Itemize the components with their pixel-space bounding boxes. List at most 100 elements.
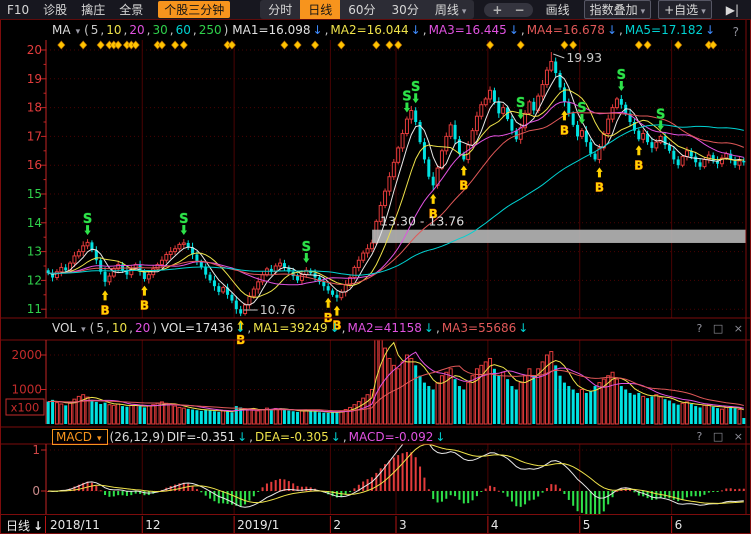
- diamond-marker: [635, 41, 642, 49]
- vol-values: VOL=17436↓,MA1=39249↓,MA2=41158↓,MA3=556…: [161, 321, 530, 335]
- sell-signal-marker: S: [179, 212, 188, 227]
- separator: ,: [619, 23, 623, 37]
- macd-tick-label: 0: [32, 484, 40, 498]
- indicator-param: 250: [199, 23, 222, 37]
- indicator-value: MA1=39249: [253, 321, 327, 335]
- separator: ,: [521, 23, 525, 37]
- diamond-marker: [180, 41, 187, 49]
- date-label: 5: [583, 518, 591, 532]
- sell-signal-marker: S: [577, 101, 586, 116]
- indicator-param: ,: [170, 23, 174, 37]
- date-label: 2019/1: [237, 518, 279, 532]
- close-icon[interactable]: ×: [734, 430, 743, 443]
- indicator-param: 60: [176, 23, 191, 37]
- date-label: 12: [145, 518, 160, 532]
- price-tick-label: 16: [27, 158, 42, 172]
- price-tick-label: 15: [27, 187, 42, 201]
- indicator-param: ,: [124, 23, 128, 37]
- menu-diagnose-stock[interactable]: 诊股: [43, 1, 67, 18]
- menu-stock-3min[interactable]: 个股三分钟: [158, 1, 230, 18]
- tab-60min[interactable]: 60分: [340, 0, 383, 19]
- buy-arrow-icon: [461, 165, 467, 175]
- tab-weekly[interactable]: 周线▾: [427, 0, 475, 19]
- indicator-param: ,: [106, 321, 110, 335]
- ma-values: MA1=16.098↓,MA2=16.044↓,MA3=16.445↓,MA4=…: [232, 23, 717, 37]
- trend-down-arrow-icon: ↓: [331, 430, 341, 444]
- sell-signal-marker: S: [617, 68, 626, 83]
- buy-signal-marker: B: [140, 299, 149, 313]
- trend-down-arrow-icon: ↓: [705, 23, 715, 37]
- vol-indicator-header: VOL▾ (5,10,20) VOL=17436↓,MA1=39249↓,MA2…: [52, 321, 532, 335]
- trend-down-arrow-icon: ↓: [235, 321, 245, 335]
- diamond-marker: [570, 41, 577, 49]
- indicator-param: 5: [96, 321, 104, 335]
- tab-intraday[interactable]: 分时: [260, 0, 300, 19]
- toolbar-right-group: 画线 指数叠加▾ +自选▾ ▶|: [539, 0, 746, 19]
- indicator-param: 20: [135, 321, 150, 335]
- zoom-out-button[interactable]: −: [514, 3, 524, 17]
- buy-arrow-icon: [636, 145, 642, 155]
- maximize-icon[interactable]: □: [713, 322, 723, 335]
- diamond-marker: [386, 41, 393, 49]
- index-overlay-button[interactable]: 指数叠加▾: [584, 0, 652, 19]
- macd-dropdown[interactable]: MACD▾: [52, 429, 108, 445]
- chevron-down-icon: ▾: [641, 7, 646, 17]
- vol-dropdown[interactable]: VOL▾: [52, 321, 88, 335]
- sell-signal-marker: S: [83, 212, 92, 227]
- vol-params: (5,10,20): [90, 321, 159, 335]
- draw-line-button[interactable]: 画线: [546, 1, 570, 18]
- indicator-param: (: [84, 23, 89, 37]
- indicator-param: ,: [193, 23, 197, 37]
- diamond-marker: [710, 41, 717, 49]
- trend-down-arrow-icon: ↓: [424, 321, 434, 335]
- menu-f10[interactable]: F10: [7, 3, 29, 17]
- separator: ,: [247, 321, 251, 335]
- help-icon[interactable]: ?: [697, 322, 703, 335]
- ma-dropdown[interactable]: MA▾: [52, 23, 82, 37]
- maximize-icon[interactable]: □: [713, 430, 723, 443]
- collapse-panel-icon[interactable]: ▶|: [726, 3, 739, 17]
- tab-daily[interactable]: 日线: [300, 0, 340, 19]
- tab-30min[interactable]: 30分: [384, 0, 427, 19]
- trend-down-arrow-icon: ↓: [330, 321, 340, 335]
- close-icon[interactable]: ×: [734, 322, 743, 335]
- menu-panorama[interactable]: 全景: [119, 1, 143, 18]
- price-tick-label: 17: [27, 129, 42, 143]
- trend-down-arrow-icon: ↓: [607, 23, 617, 37]
- price-tick-label: 12: [27, 273, 42, 287]
- high-price-label: 19.93: [566, 50, 602, 65]
- indicator-value: MA2=41158: [347, 321, 421, 335]
- kline-chart-canvas[interactable]: SBBSBSBBSSBBSBSBSBS19.9310.7613.30 - 13.…: [0, 0, 751, 534]
- low-price-label: 10.76: [260, 302, 296, 317]
- ma-indicator-header: MA▾ (5,10,20,30,60,250) MA1=16.098↓,MA2=…: [52, 23, 719, 37]
- zoom-in-button[interactable]: +: [492, 3, 502, 17]
- help-icon[interactable]: ?: [697, 430, 703, 443]
- sell-signal-marker: S: [516, 96, 525, 111]
- chevron-down-icon: ▾: [76, 27, 81, 37]
- diamond-marker: [281, 41, 288, 49]
- diamond-marker: [675, 41, 682, 49]
- down-arrow-icon: ↓: [33, 519, 43, 533]
- diamond-marker: [171, 41, 178, 49]
- trend-down-arrow-icon: ↓: [509, 23, 519, 37]
- trend-down-arrow-icon: ↓: [518, 321, 528, 335]
- buy-signal-marker: B: [100, 303, 109, 317]
- date-label: 3: [399, 518, 407, 532]
- menu-catch-banker[interactable]: 擒庄: [81, 1, 105, 18]
- separator: ,: [342, 321, 346, 335]
- volume-tick-label: 1000: [11, 383, 42, 397]
- trend-down-arrow-icon: ↓: [313, 23, 323, 37]
- diamond-marker: [132, 41, 139, 49]
- top-toolbar: F10 诊股 擒庄 全景 个股三分钟 分时 日线 60分 30分 周线▾ + −…: [0, 0, 751, 20]
- gap-band: [372, 230, 746, 243]
- indicator-param: ,: [147, 23, 151, 37]
- buy-signal-marker: B: [459, 178, 468, 192]
- indicator-param: ,: [129, 321, 133, 335]
- indicator-value: DIF=-0.351: [167, 430, 235, 444]
- period-selector[interactable]: 日线 ↓: [6, 517, 43, 534]
- diamond-marker: [97, 41, 104, 49]
- trend-down-arrow-icon: ↓: [411, 23, 421, 37]
- add-watchlist-button[interactable]: +自选▾: [658, 0, 712, 19]
- help-icon[interactable]: ?: [733, 25, 739, 39]
- buy-arrow-icon: [102, 290, 108, 300]
